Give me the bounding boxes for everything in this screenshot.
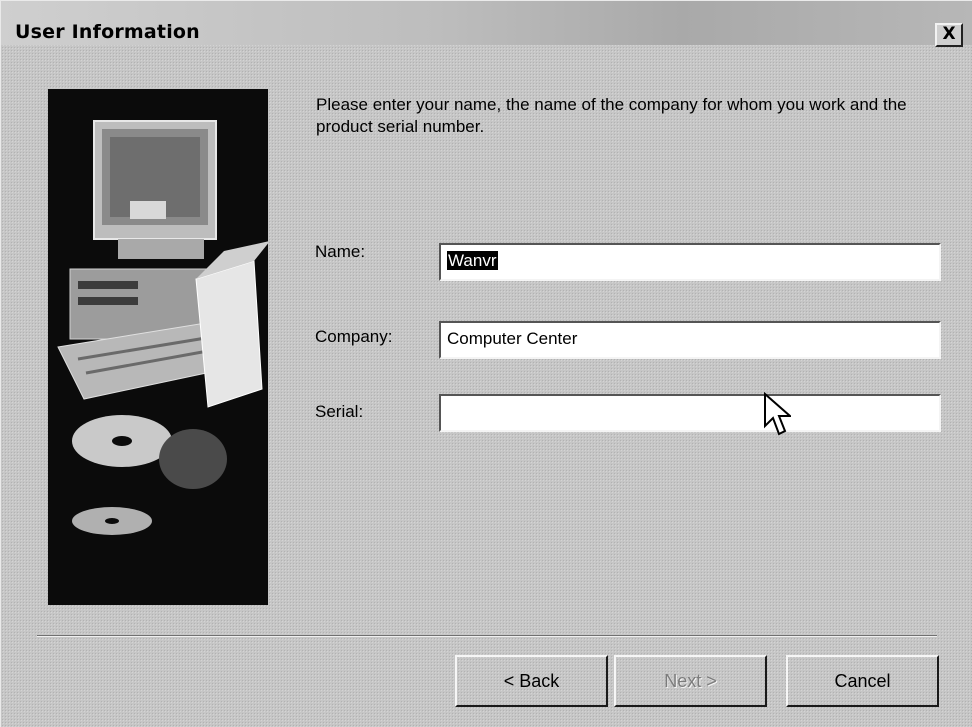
company-field[interactable]: Computer Center [439,321,941,359]
name-label: Name: [315,242,366,261]
instructions-text: Please enter your name, the name of the … [316,95,907,136]
close-button[interactable]: X [935,23,963,47]
close-icon: X [942,24,956,44]
company-label: Company: [315,327,393,346]
computer-setup-illustration [48,89,268,605]
serial-field[interactable] [439,394,941,432]
cancel-button[interactable]: Cancel [786,655,939,707]
company-field-value: Computer Center [447,329,578,348]
name-field-value: Wanvr [447,251,498,270]
divider-highlight [37,636,937,637]
serial-label: Serial: [315,402,364,421]
next-button[interactable]: Next > [614,655,767,707]
mouse-pointer-icon [763,391,793,443]
name-field[interactable]: Wanvr [439,243,941,281]
back-button[interactable]: < Back [455,655,608,707]
title-bar: User Information X [1,1,972,47]
dialog-title: User Information [15,21,200,43]
user-information-dialog: User Information X Please enter your nam… [0,0,972,727]
